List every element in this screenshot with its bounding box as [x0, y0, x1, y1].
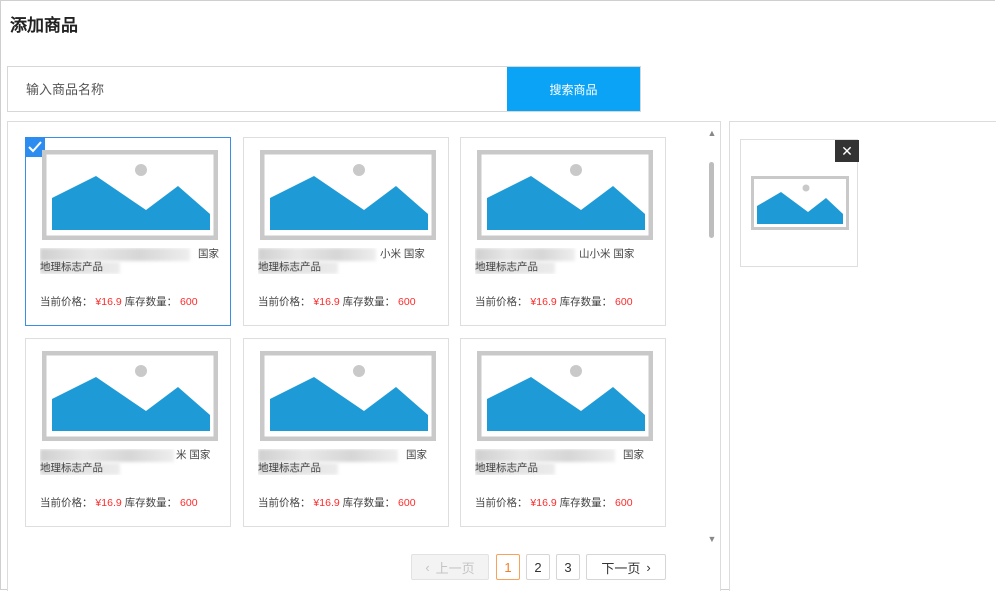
page-button-1[interactable]: 1 [496, 554, 520, 580]
product-name-line2: 地理标志产品 [258, 462, 321, 474]
image-placeholder-icon [477, 150, 653, 240]
scroll-up-icon[interactable]: ▲ [707, 128, 717, 138]
product-meta: 当前价格： ¥16.9 库存数量： 600 [40, 296, 198, 308]
product-list-panel: 国家 地理标志产品 当前价格： ¥16.9 库存数量： 600 小米 国家 地理… [7, 121, 721, 591]
product-meta: 当前价格： ¥16.9 库存数量： 600 [475, 497, 633, 509]
chevron-right-icon: › [646, 559, 651, 575]
vertical-scrollbar[interactable]: ▲ ▼ [705, 122, 719, 552]
product-name-line2: 地理标志产品 [475, 261, 538, 273]
product-name-line2: 地理标志产品 [40, 261, 103, 273]
product-name: 国家 地理标志产品 [258, 449, 427, 475]
page-button-3[interactable]: 3 [556, 554, 580, 580]
product-card[interactable]: 国家 地理标志产品 当前价格： ¥16.9 库存数量： 600 [460, 338, 666, 527]
product-name: 国家 地理标志产品 [475, 449, 644, 475]
page-button-2[interactable]: 2 [526, 554, 550, 580]
search-input[interactable] [8, 67, 524, 111]
selected-product-card: ✕ [740, 139, 859, 267]
scroll-thumb[interactable] [709, 162, 714, 238]
product-name-line2: 地理标志产品 [475, 462, 538, 474]
image-placeholder-icon [260, 351, 436, 441]
product-name-line2: 地理标志产品 [258, 261, 321, 273]
search-button[interactable]: 搜索商品 [507, 67, 640, 111]
scroll-down-icon[interactable]: ▼ [707, 534, 717, 544]
product-name: 山小米 国家 地理标志产品 [475, 248, 635, 274]
next-page-button[interactable]: 下一页 › [586, 554, 666, 580]
page-title: 添加商品 [10, 16, 78, 35]
image-placeholder-icon [260, 150, 436, 240]
prev-page-button[interactable]: ‹ 上一页 [411, 554, 489, 580]
image-placeholder-icon [42, 150, 218, 240]
product-name: 国家 地理标志产品 [40, 248, 219, 274]
product-card[interactable]: 国家 地理标志产品 当前价格： ¥16.9 库存数量： 600 [243, 338, 449, 527]
product-name: 米 国家 地理标志产品 [40, 449, 211, 475]
product-name-line2: 地理标志产品 [40, 462, 103, 474]
search-bar: 搜索商品 [7, 66, 641, 112]
product-card[interactable]: 山小米 国家 地理标志产品 当前价格： ¥16.9 库存数量： 600 [460, 137, 666, 326]
chevron-left-icon: ‹ [425, 559, 430, 575]
product-meta: 当前价格： ¥16.9 库存数量： 600 [40, 497, 198, 509]
product-meta: 当前价格： ¥16.9 库存数量： 600 [258, 296, 416, 308]
product-card[interactable]: 国家 地理标志产品 当前价格： ¥16.9 库存数量： 600 [25, 137, 231, 326]
image-placeholder-icon [477, 351, 653, 441]
image-placeholder-icon [751, 176, 849, 230]
close-icon[interactable]: ✕ [835, 140, 859, 162]
product-meta: 当前价格： ¥16.9 库存数量： 600 [475, 296, 633, 308]
product-name: 小米 国家 地理标志产品 [258, 248, 425, 274]
image-placeholder-icon [42, 351, 218, 441]
product-card[interactable]: 米 国家 地理标志产品 当前价格： ¥16.9 库存数量： 600 [25, 338, 231, 527]
selected-products-panel: ✕ [729, 121, 996, 591]
product-meta: 当前价格： ¥16.9 库存数量： 600 [258, 497, 416, 509]
product-card[interactable]: 小米 国家 地理标志产品 当前价格： ¥16.9 库存数量： 600 [243, 137, 449, 326]
